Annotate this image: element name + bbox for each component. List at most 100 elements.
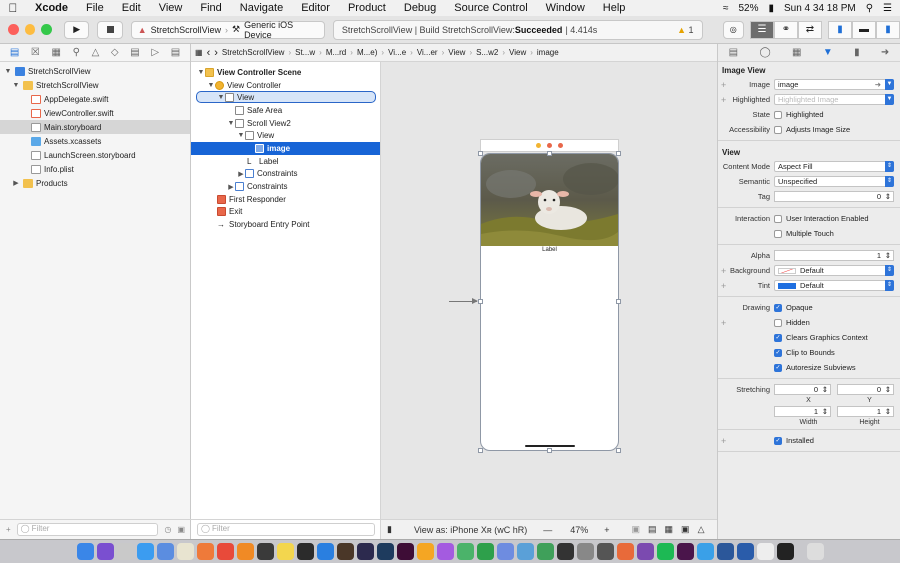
clears-context-checkbox[interactable]: ✓	[774, 333, 782, 342]
launchpad-icon[interactable]	[116, 543, 134, 560]
sketch-icon[interactable]	[416, 543, 434, 560]
menu-window[interactable]: Window	[537, 2, 594, 14]
resolve-icon[interactable]: △	[698, 524, 705, 535]
outline-scene[interactable]: ▼ View Controller Scene	[191, 66, 380, 79]
highlighted-image-field[interactable]: Highlighted Image ▼	[774, 94, 894, 105]
apple-menu-icon[interactable]: 	[0, 1, 26, 15]
tag-field[interactable]: 0 ⇕	[774, 191, 894, 202]
crumb-contentview[interactable]: View	[509, 48, 526, 57]
stretch-height-field[interactable]: 1 ⇕	[837, 406, 894, 417]
app-icon[interactable]	[456, 543, 474, 560]
wifi-icon[interactable]: ≈	[723, 3, 729, 14]
outline-view-controller[interactable]: ▼ View Controller	[191, 79, 380, 92]
add-variation-icon[interactable]: +	[721, 80, 726, 90]
resize-handle[interactable]	[547, 151, 552, 156]
storyboard-canvas[interactable]: Label	[381, 62, 717, 519]
dropdown-icon[interactable]: ▼	[885, 79, 894, 90]
file-inspector-icon[interactable]: ▤	[729, 47, 738, 58]
scheme-selector[interactable]: ▲ StretchScrollView › ⚒ Generic iOS Devi…	[130, 20, 325, 40]
app-icon[interactable]	[636, 543, 654, 560]
zoom-window-button[interactable]	[41, 24, 53, 35]
nav-item-group[interactable]: ▼ StretchScrollView	[0, 78, 190, 92]
menu-product[interactable]: Product	[339, 2, 395, 14]
app-icon[interactable]	[436, 543, 454, 560]
whatsapp-icon[interactable]	[476, 543, 494, 560]
word-icon[interactable]	[716, 543, 734, 560]
photoshop-icon[interactable]	[376, 543, 394, 560]
nav-item-appdelegate[interactable]: AppDelegate.swift	[0, 92, 190, 106]
activity-monitor-icon[interactable]	[776, 543, 794, 560]
close-window-button[interactable]	[8, 24, 19, 35]
menu-edit[interactable]: Edit	[113, 2, 150, 14]
resize-handle[interactable]	[616, 448, 621, 453]
symbol-icon[interactable]: ▦	[52, 47, 61, 58]
stepper-icon[interactable]: ⇕	[885, 280, 894, 291]
clock[interactable]: Sun 4 34 18 PM	[784, 3, 856, 14]
outline-content-view[interactable]: ▼ View	[191, 129, 380, 142]
app-icon[interactable]	[736, 543, 754, 560]
semantic-select[interactable]: Unspecified ⇕	[774, 176, 894, 187]
toggle-inspector-button[interactable]: ▮	[875, 20, 900, 39]
pin-icon[interactable]: ▣	[681, 524, 690, 535]
menu-source-control[interactable]: Source Control	[445, 2, 536, 14]
popcorn-icon[interactable]	[276, 543, 294, 560]
resize-handle[interactable]	[478, 299, 483, 304]
siri-icon[interactable]	[96, 543, 114, 560]
zoom-in-button[interactable]: +	[604, 525, 609, 535]
menu-extras-icon[interactable]: ☰	[883, 3, 892, 14]
menu-help[interactable]: Help	[594, 2, 635, 14]
opaque-checkbox[interactable]: ✓	[774, 303, 782, 312]
resize-handle[interactable]	[478, 151, 483, 156]
outline-root-view[interactable]: ▼ View	[191, 91, 380, 104]
user-interaction-checkbox[interactable]	[774, 214, 782, 223]
highlighted-checkbox[interactable]	[774, 110, 782, 119]
outline-first-responder[interactable]: First Responder	[191, 193, 380, 206]
outline-inner-constraints[interactable]: ▶ Constraints	[191, 168, 380, 181]
adjusts-size-checkbox[interactable]	[774, 125, 782, 134]
update-frames-icon[interactable]: ▣	[632, 524, 641, 535]
back-icon[interactable]: ‹	[207, 47, 211, 59]
crumb-base[interactable]: M...e)	[357, 48, 377, 57]
menu-view[interactable]: View	[150, 2, 192, 14]
align-icon[interactable]: ▦	[665, 524, 674, 535]
arrow-circle-icon[interactable]: ➜	[875, 80, 881, 89]
battery-icon[interactable]: ▮	[768, 3, 774, 14]
tint-color-select[interactable]: Default ⇕	[774, 280, 894, 291]
clip-bounds-checkbox[interactable]: ✓	[774, 348, 782, 357]
connections-inspector-icon[interactable]: ➜	[881, 47, 889, 58]
crumb-storyboard[interactable]: M...rd	[326, 48, 346, 57]
menu-navigate[interactable]: Navigate	[231, 2, 292, 14]
stepper-icon[interactable]: ⇕	[885, 265, 894, 276]
image-field[interactable]: image ➜ ▼	[774, 79, 894, 90]
crumb-view[interactable]: View	[448, 48, 465, 57]
stepper-icon[interactable]: ⇕	[885, 407, 891, 416]
add-variation-icon[interactable]: +	[721, 281, 726, 291]
library-button[interactable]: ◎	[722, 20, 744, 39]
add-variation-icon[interactable]: +	[721, 318, 726, 328]
navigator-filter-input[interactable]: ◯ Filter	[16, 523, 159, 536]
dropdown-icon[interactable]: ▼	[885, 94, 894, 105]
find-icon[interactable]: ⚲	[73, 47, 80, 58]
resize-handle[interactable]	[616, 151, 621, 156]
xd-icon[interactable]	[396, 543, 414, 560]
outline-image[interactable]: image	[191, 142, 380, 155]
reminders-icon[interactable]	[196, 543, 214, 560]
grid-icon[interactable]: ▦	[195, 48, 203, 57]
add-variation-icon[interactable]: +	[721, 95, 726, 105]
alpha-field[interactable]: 1 ⇕	[774, 250, 894, 261]
stepper-icon[interactable]: ⇕	[822, 385, 828, 394]
stop-button[interactable]	[97, 20, 123, 39]
multiple-touch-checkbox[interactable]	[774, 229, 782, 238]
first-responder-dock-icon[interactable]	[547, 143, 552, 148]
exit-dock-icon[interactable]	[558, 143, 563, 148]
firefox-icon[interactable]	[236, 543, 254, 560]
nav-item-viewcontroller[interactable]: ViewController.swift	[0, 106, 190, 120]
outline-label[interactable]: L Label	[191, 155, 380, 168]
outline-filter-input[interactable]: ◯ Filter	[197, 523, 375, 536]
nav-item-assets[interactable]: Assets.xcassets	[0, 134, 190, 148]
add-variation-icon[interactable]: +	[721, 436, 726, 446]
autoresize-checkbox[interactable]: ✓	[774, 363, 782, 372]
crumb-project[interactable]: StretchScrollView	[222, 48, 285, 57]
github-icon[interactable]	[256, 543, 274, 560]
recent-icon[interactable]: ◷	[164, 525, 171, 534]
